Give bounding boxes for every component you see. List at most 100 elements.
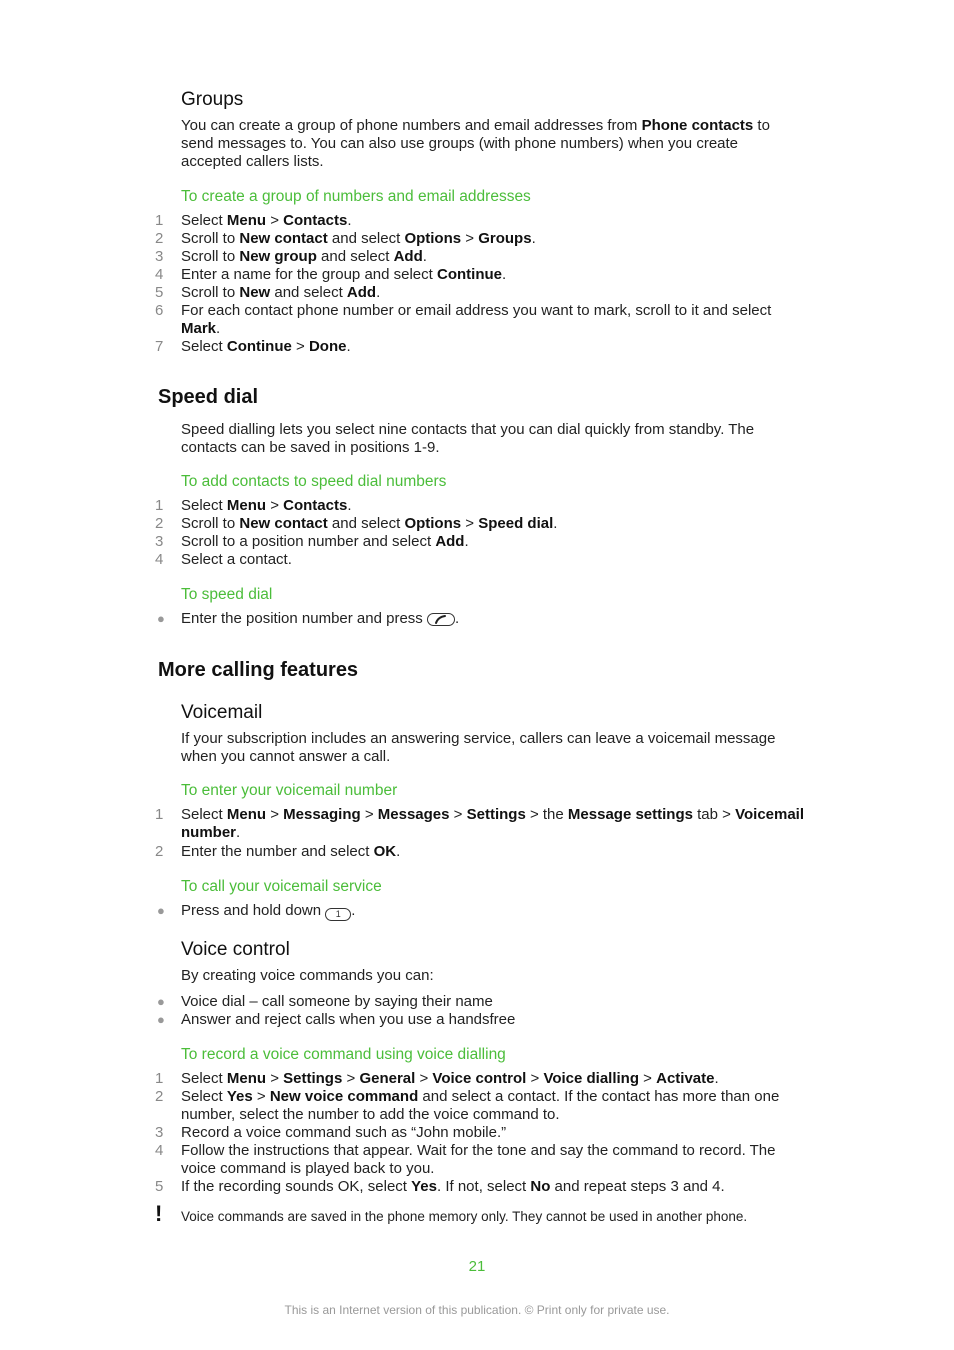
ui-term: Contacts — [283, 212, 348, 229]
ui-term: Activate — [656, 1070, 715, 1087]
list-item: 1 Select Menu > Contacts. — [155, 497, 805, 515]
text-run: and select — [327, 515, 405, 532]
ui-term: Menu — [226, 1070, 267, 1087]
ui-term: Yes — [226, 1088, 253, 1105]
step-number: 3 — [155, 1124, 164, 1141]
text-run: and select — [327, 230, 405, 247]
ui-term: New voice command — [269, 1088, 419, 1105]
step-number: 5 — [155, 1178, 164, 1195]
text-run: Record a voice command such as “John mob… — [181, 1124, 507, 1141]
list-item: 2 Select Yes > New voice command and sele… — [155, 1088, 805, 1124]
step-text: Scroll to a position number and select A… — [181, 533, 805, 551]
ui-term: Menu — [226, 497, 267, 514]
task-title-speed-dial: To speed dial — [181, 586, 273, 603]
text-run: tab > — [692, 806, 736, 823]
step-text: If the recording sounds OK, select Yes. … — [181, 1178, 805, 1196]
text-run: > — [266, 212, 284, 229]
text-run: . — [347, 212, 352, 229]
list-item: 5 If the recording sounds OK, select Yes.… — [155, 1178, 805, 1196]
list-item: ● Answer and reject calls when you use a … — [155, 1011, 805, 1029]
text-run: and repeat steps 3 and 4. — [550, 1178, 725, 1195]
step-text: Scroll to New group and select Add. — [181, 248, 805, 266]
text-run: . — [347, 497, 352, 514]
text-run: Scroll to a position number and select — [181, 533, 436, 550]
speed-dial-heading: Speed dial — [158, 386, 259, 408]
step-text: Follow the instructions that appear. Wai… — [181, 1142, 805, 1178]
bullet-text: Voice dial – call someone by saying thei… — [181, 993, 493, 1010]
step-number: 1 — [155, 212, 164, 229]
ui-term: Done — [308, 338, 347, 355]
step-number: 4 — [155, 1142, 164, 1159]
text-run: Select — [181, 497, 227, 514]
text-run: > — [266, 497, 284, 514]
ui-term: General — [359, 1070, 416, 1087]
ui-term: Messaging — [283, 806, 361, 823]
list-item: 4 Enter a name for the group and select C… — [155, 266, 805, 284]
step-number: 3 — [155, 533, 164, 550]
ui-term: New contact — [239, 515, 328, 532]
footer-notice: This is an Internet version of this publ… — [284, 1303, 670, 1317]
step-text: Scroll to New and select Add. — [181, 284, 805, 302]
step-text: Enter the number and select OK. — [181, 843, 805, 861]
task-title-voicemail-number: To enter your voicemail number — [181, 782, 398, 799]
text-run: Enter the number and select — [181, 843, 374, 860]
text-run: . If not, select — [437, 1178, 531, 1195]
text-run: Select — [181, 1070, 227, 1087]
ui-term: Menu — [226, 806, 267, 823]
bullet-text: Press and hold down — [181, 902, 326, 919]
call-key-icon — [426, 613, 455, 626]
text-run: . — [346, 338, 351, 355]
intro-text: You can create a group of phone numbers … — [181, 117, 642, 134]
step-number: 2 — [155, 1088, 164, 1105]
text-run: Select — [181, 806, 227, 823]
step-number: 4 — [155, 266, 164, 283]
text-run: Select a contact. — [181, 551, 292, 568]
intro-bold: Phone contacts — [641, 117, 754, 134]
list-item: 4 Select a contact. — [155, 551, 805, 569]
text-run: For each contact phone number or email a… — [181, 302, 772, 319]
step-text: Record a voice command such as “John mob… — [181, 1124, 805, 1142]
voicemail-heading: Voicemail — [181, 702, 263, 723]
text-run: Scroll to — [181, 230, 240, 247]
ui-term: Settings — [283, 1070, 343, 1087]
punct: . — [351, 902, 356, 919]
text-run: Select — [181, 212, 227, 229]
list-item: 2 Scroll to New contact and select Option… — [155, 515, 805, 533]
text-run: > — [415, 1070, 433, 1087]
ui-term: Voice dialling — [543, 1070, 640, 1087]
text-run: > — [342, 1070, 360, 1087]
step-text: Scroll to New contact and select Options… — [181, 515, 805, 533]
bullet-text: Enter the position number and press — [181, 610, 427, 627]
step-text: Select Menu > Messaging > Messages > Set… — [181, 806, 805, 842]
text-run: Scroll to — [181, 515, 240, 532]
text-run: . — [553, 515, 558, 532]
text-run: Select — [181, 1088, 227, 1105]
text-run: > — [252, 1088, 270, 1105]
text-run: Enter a name for the group and select — [181, 266, 437, 283]
bullet-icon: ● — [157, 611, 165, 626]
step-number: 2 — [155, 843, 164, 860]
text-run: . — [714, 1070, 719, 1087]
text-run: Scroll to — [181, 284, 240, 301]
text-run: > — [461, 230, 479, 247]
voicemail-intro: If your subscription includes an answeri… — [181, 730, 776, 765]
text-run: > the — [525, 806, 568, 823]
step-number: 2 — [155, 515, 164, 532]
list-item: ● Voice dial – call someone by saying the… — [155, 993, 805, 1011]
step-number: 1 — [155, 497, 164, 514]
text-run: > — [266, 1070, 284, 1087]
text-run: Select — [181, 338, 227, 355]
text-run: > — [266, 806, 284, 823]
key-1-icon: 1 — [325, 908, 352, 921]
text-run: . — [531, 230, 536, 247]
ui-term: OK — [373, 843, 397, 860]
step-number: 7 — [155, 338, 164, 355]
step-text: For each contact phone number or email a… — [181, 302, 805, 338]
list-item: 3 Scroll to New group and select Add. — [155, 248, 805, 266]
list-item: 1 Select Menu > Messaging > Messages > Se… — [155, 806, 805, 842]
text-run: > — [449, 806, 467, 823]
ui-term: Add — [393, 248, 423, 265]
bullet-text: Answer and reject calls when you use a h… — [181, 1011, 516, 1028]
step-number: 1 — [155, 806, 164, 823]
step-number: 2 — [155, 230, 164, 247]
